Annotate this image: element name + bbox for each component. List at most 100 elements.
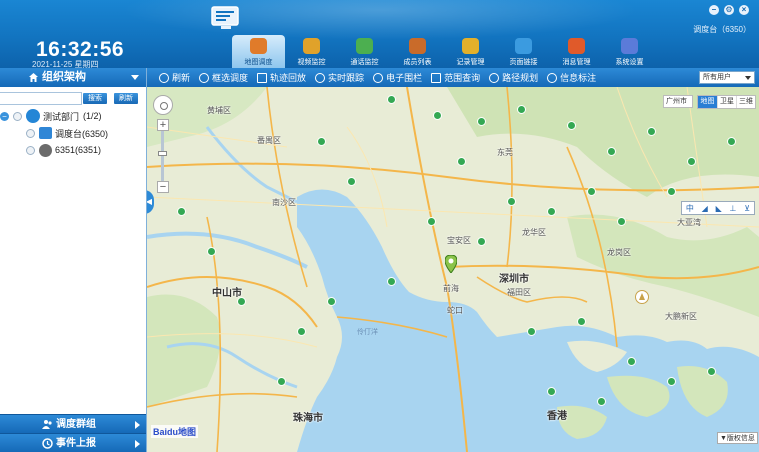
poi-marker[interactable] [567, 121, 576, 130]
nav-tab-label: 视频监控 [297, 59, 326, 66]
poi-marker[interactable] [387, 95, 396, 104]
poi-marker[interactable] [457, 157, 466, 166]
toolbar-item[interactable]: 实时跟踪 [315, 71, 364, 84]
toolbar-item[interactable]: 电子围栏 [373, 71, 422, 84]
toolbar-item-label: 信息标注 [560, 73, 597, 83]
dispatch-group-menu[interactable]: 调度群组 [0, 414, 146, 433]
poi-marker[interactable] [617, 217, 626, 226]
map-label-shenzhen: 深圳市 [499, 274, 529, 285]
poi-marker[interactable] [177, 207, 186, 216]
zoom-out-button[interactable]: − [157, 181, 169, 193]
map-tool-button[interactable]: 中 [686, 203, 694, 214]
city-select[interactable]: 广州市 [663, 95, 693, 108]
poi-marker[interactable] [277, 377, 286, 386]
landmark-icon[interactable] [635, 290, 649, 304]
poi-marker[interactable] [587, 187, 596, 196]
toolbar-item[interactable]: 框选调度 [199, 71, 248, 84]
current-user-label: 调度台（6350） [693, 25, 751, 34]
dispatch-group-label: 调度群组 [56, 419, 96, 430]
tree-search-input[interactable] [0, 92, 82, 105]
tree-dept-row[interactable]: − 测试部门 (1/2) [0, 108, 102, 124]
range-query-icon [431, 72, 442, 83]
tree-refresh-button[interactable]: 刷新 [114, 93, 138, 104]
poi-marker[interactable] [387, 277, 396, 286]
poi-marker[interactable] [577, 317, 586, 326]
poi-marker[interactable] [607, 147, 616, 156]
event-report-menu[interactable]: 事件上报 [0, 433, 146, 452]
poi-marker[interactable] [527, 327, 536, 336]
toolbar-item[interactable]: 信息标注 [547, 71, 596, 84]
map-tool-button[interactable]: ⊥ [729, 204, 736, 213]
search-button[interactable]: 搜索 [83, 93, 107, 104]
nav-tab[interactable]: 记录管理 [444, 35, 497, 68]
toolbar-item[interactable]: 轨迹回放 [257, 71, 306, 84]
nav-tab[interactable]: 系统设置 [603, 35, 656, 68]
pan-control[interactable] [153, 95, 173, 115]
nav-tab[interactable]: 地图调度 [232, 35, 285, 68]
toolbar-item[interactable]: 路径规划 [489, 71, 538, 84]
nav-tab-label: 地图调度 [244, 59, 273, 66]
poi-marker[interactable] [297, 327, 306, 336]
user-filter-select[interactable]: 所有用户 [699, 71, 755, 84]
map-type-button[interactable]: 三维 [736, 96, 755, 108]
realtime-track-icon [315, 72, 326, 83]
poi-marker[interactable] [517, 105, 526, 114]
poi-marker[interactable] [667, 377, 676, 386]
nav-tab[interactable]: 页面链接 [497, 35, 550, 68]
poi-marker[interactable] [427, 217, 436, 226]
poi-marker[interactable] [707, 367, 716, 376]
info-mark-icon [547, 72, 558, 83]
map-tools-bar: 中 ◢ ◣ ⊥ ⊻ [681, 201, 755, 215]
toolbar-item-label: 实时跟踪 [328, 73, 365, 83]
minimize-icon[interactable]: – [709, 5, 719, 15]
zoom-in-button[interactable]: + [157, 119, 169, 131]
map-tool-button[interactable]: ◢ [702, 204, 708, 213]
device-location-marker[interactable] [445, 255, 457, 273]
poi-marker[interactable] [207, 247, 216, 256]
poi-marker[interactable] [327, 297, 336, 306]
poi-marker[interactable] [727, 137, 736, 146]
app-header: 16:32:56 2021-11-25 星期四 – ⚙ × 调度台（6350） … [0, 0, 759, 68]
poi-marker[interactable] [507, 197, 516, 206]
header-glow [120, 0, 640, 40]
gear-icon[interactable]: ⚙ [724, 5, 734, 15]
map-view[interactable]: 中山市 深圳市 珠海市 香港 东莞 番禺区 南沙区 黄埔区 宝安区 龙岗区 大亚… [147, 87, 759, 452]
nav-tab[interactable]: 视频监控 [285, 35, 338, 68]
map-tool-button[interactable]: ⊻ [744, 204, 750, 213]
close-icon[interactable]: × [739, 5, 749, 15]
poi-marker[interactable] [547, 207, 556, 216]
org-structure-header[interactable]: 组织架构 [0, 68, 146, 87]
copyright-toggle[interactable]: ▼版权信息 [717, 432, 758, 444]
poi-marker[interactable] [347, 177, 356, 186]
poi-marker[interactable] [433, 111, 442, 120]
nav-tab[interactable]: 通话监控 [338, 35, 391, 68]
map-label-lingding: 伶仃洋 [357, 329, 378, 336]
nav-tab[interactable]: 成员列表 [391, 35, 444, 68]
zoom-slider[interactable] [158, 131, 167, 181]
poi-marker[interactable] [687, 157, 696, 166]
toolbar-item[interactable]: 范围查询 [431, 71, 480, 84]
poi-marker[interactable] [647, 127, 656, 136]
tree-checkbox[interactable] [26, 145, 35, 155]
map-type-button[interactable]: 地图 [698, 96, 717, 108]
map-tool-button[interactable]: ◣ [716, 204, 722, 213]
poi-marker[interactable] [477, 237, 486, 246]
poi-marker[interactable] [667, 187, 676, 196]
poi-marker[interactable] [627, 357, 636, 366]
map-provider-logo: Baidu地图 [151, 425, 199, 438]
tree-checkbox[interactable] [26, 128, 35, 138]
poi-marker[interactable] [317, 137, 326, 146]
system-settings-icon [621, 38, 638, 54]
tree-checkbox[interactable] [13, 111, 22, 121]
poi-marker[interactable] [477, 117, 486, 126]
nav-tab[interactable]: 消息管理 [550, 35, 603, 68]
event-report-label: 事件上报 [56, 438, 96, 449]
map-type-button[interactable]: 卫星 [717, 96, 736, 108]
tree-member-row[interactable]: 调度台(6350) [22, 125, 108, 141]
toolbar-item[interactable]: 刷新 [159, 71, 190, 84]
collapse-icon[interactable]: − [0, 111, 9, 121]
tree-member-row[interactable]: 6351(6351) [22, 142, 101, 158]
zoom-slider-thumb[interactable] [158, 151, 167, 156]
poi-marker[interactable] [547, 387, 556, 396]
poi-marker[interactable] [597, 397, 606, 406]
